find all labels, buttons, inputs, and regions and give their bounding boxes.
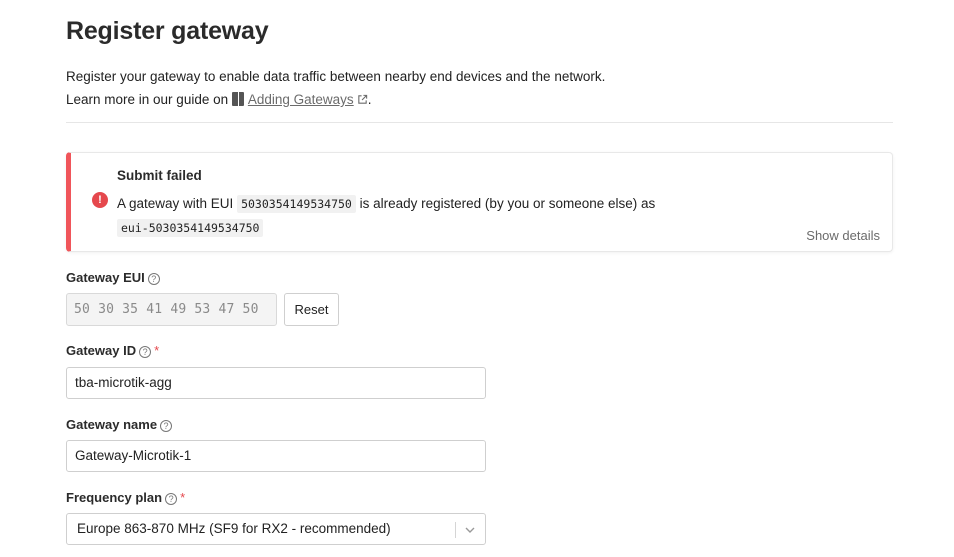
gateway-name-label-text: Gateway name (66, 417, 158, 432)
frequency-plan-value: Europe 863-870 MHz (SF9 for RX2 - recomm… (77, 521, 391, 536)
alert-message-mid: is already registered (by you or someone… (359, 196, 656, 211)
error-alert: ! Submit failed A gateway with EUI 50303… (66, 152, 893, 252)
gateway-eui-label-text: Gateway EUI (66, 270, 145, 285)
select-separator (455, 522, 456, 538)
help-icon[interactable]: ? (160, 420, 173, 432)
gateway-name-input[interactable]: Gateway-Microtik-1 (66, 440, 486, 472)
error-icon: ! (92, 192, 108, 208)
description-suffix: . (367, 92, 372, 107)
required-marker: * (180, 490, 186, 505)
alert-message-prefix: A gateway with EUI (117, 196, 234, 211)
gateway-eui-field[interactable]: 50 30 35 41 49 53 47 50 (66, 293, 277, 326)
gateway-id-label-text: Gateway ID (66, 343, 137, 358)
page-description: Register your gateway to enable data tra… (66, 65, 605, 111)
help-icon[interactable]: ? (147, 273, 160, 285)
header-divider (66, 122, 893, 123)
help-icon[interactable]: ? (165, 493, 178, 505)
gateway-name-label: Gateway name? (66, 417, 173, 432)
gateway-eui-label: Gateway EUI? (66, 270, 160, 285)
description-line-1: Register your gateway to enable data tra… (66, 69, 606, 84)
description-line-2: Learn more in our guide on Adding Gatewa… (66, 88, 605, 111)
adding-gateways-link[interactable]: Adding Gateways (248, 92, 354, 107)
external-link-icon (357, 94, 367, 104)
frequency-plan-select[interactable]: Europe 863-870 MHz (SF9 for RX2 - recomm… (66, 513, 486, 545)
book-icon (231, 92, 244, 106)
help-icon[interactable]: ? (139, 346, 152, 358)
gateway-id-input[interactable]: tba-microtik-agg (66, 367, 486, 399)
alert-message: A gateway with EUI 5030354149534750 is a… (117, 192, 677, 240)
frequency-plan-label: Frequency plan? * (66, 490, 185, 505)
description-prefix: Learn more in our guide on (66, 92, 229, 107)
frequency-plan-label-text: Frequency plan (66, 490, 163, 505)
reset-button[interactable]: Reset (284, 293, 339, 326)
show-details-button[interactable]: Show details (806, 228, 880, 243)
chevron-down-icon[interactable] (463, 523, 477, 537)
page-title: Register gateway (66, 17, 269, 45)
alert-title: Submit failed (117, 168, 202, 183)
gateway-id-label: Gateway ID? * (66, 343, 159, 358)
required-marker: * (154, 343, 160, 358)
alert-eui-code: 5030354149534750 (237, 195, 356, 213)
alert-gateway-ref-code: eui-5030354149534750 (117, 219, 264, 237)
